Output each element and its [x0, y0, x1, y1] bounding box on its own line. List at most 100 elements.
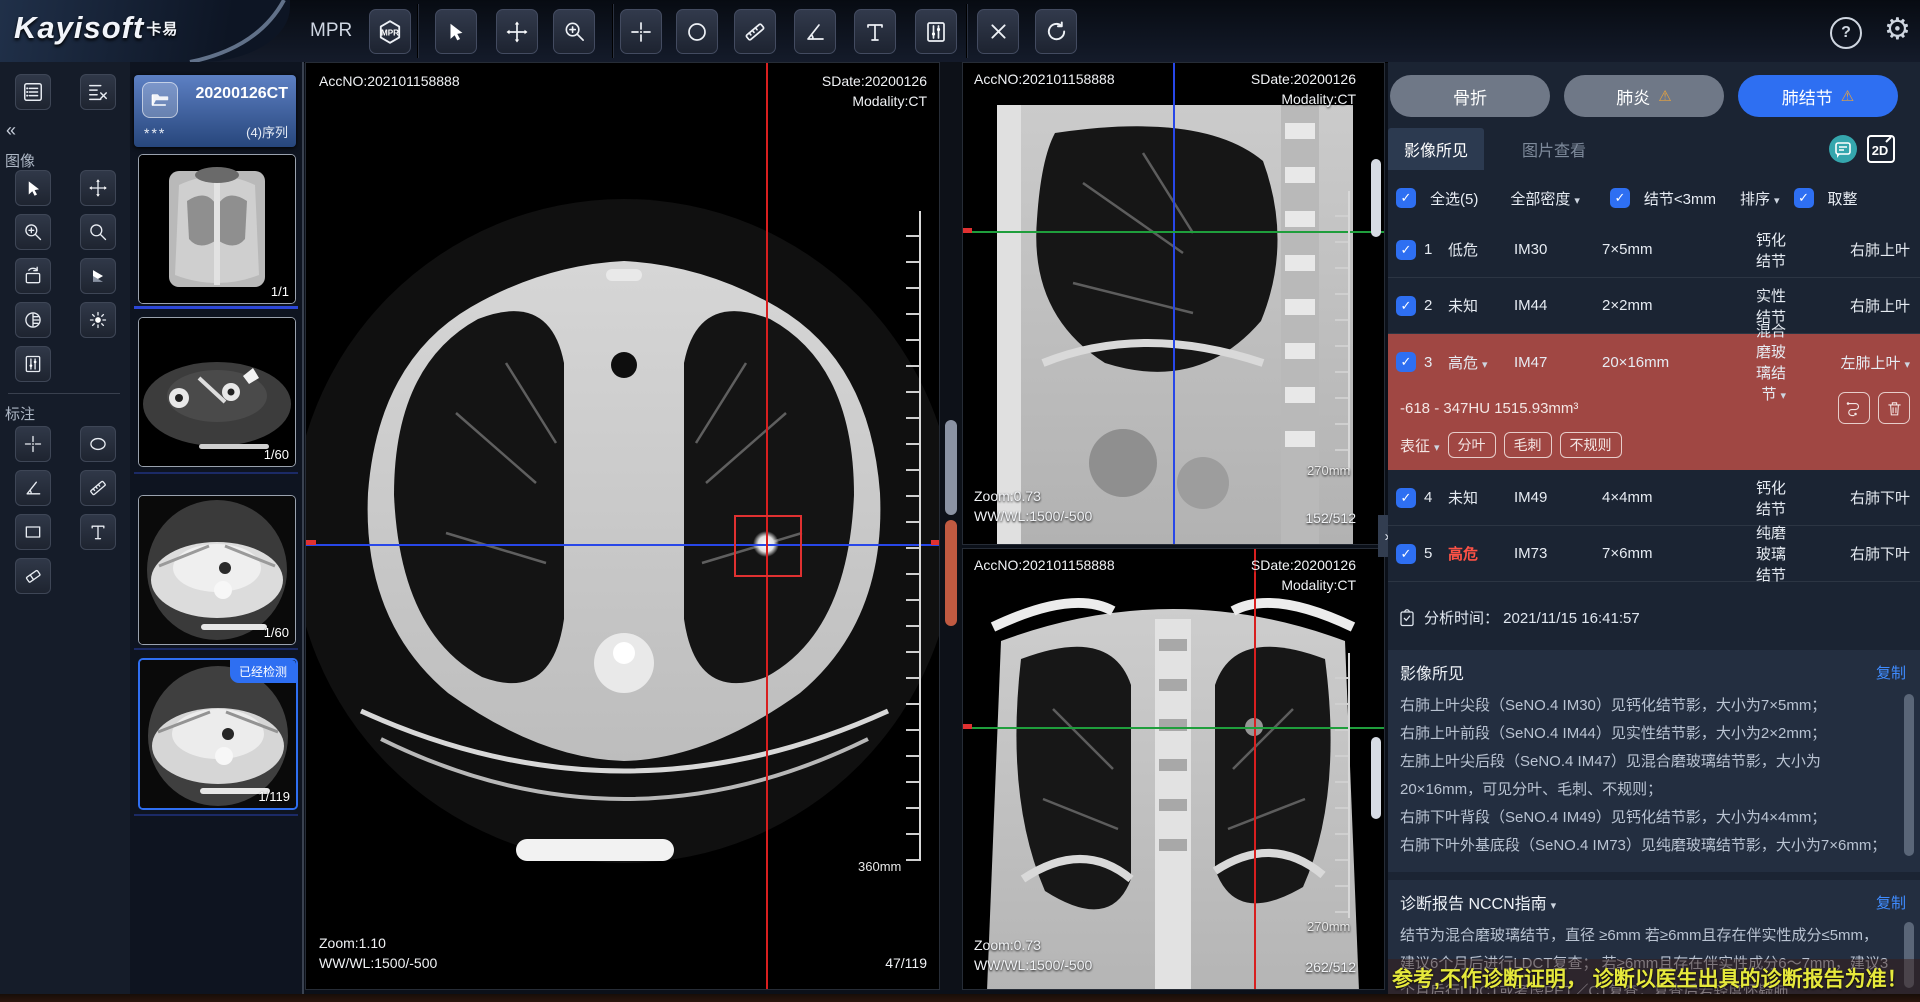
sagittal-scale-label: 270mm: [1307, 463, 1350, 478]
axial-slice-scrollbar-track[interactable]: [940, 62, 962, 990]
tab-lung-nodule-active[interactable]: 肺结节⚠: [1738, 75, 1898, 117]
tab-fracture[interactable]: 骨折: [1390, 75, 1550, 117]
zoom-in-icon: [23, 222, 43, 242]
folder-open-icon[interactable]: [142, 82, 178, 118]
axial-viewport[interactable]: 360mm AccNO:202101158888 SDate:20200126M…: [305, 62, 940, 990]
round-checkbox[interactable]: ✓: [1794, 188, 1814, 208]
feature-tag-lobulation[interactable]: 分叶: [1448, 432, 1496, 458]
window-level-button-side[interactable]: [15, 346, 51, 382]
angle-tool-button[interactable]: [794, 9, 836, 54]
magnify-tool-button[interactable]: [80, 214, 116, 250]
feature-dropdown[interactable]: 表征▾: [1400, 435, 1440, 456]
sagittal-viewport[interactable]: 270mm AccNO:202101158888 SDate:20200126M…: [962, 62, 1385, 545]
delete-nodule-button[interactable]: [1878, 392, 1910, 424]
sort-dropdown[interactable]: 排序▾: [1740, 188, 1780, 209]
tab-pneumonia[interactable]: 肺炎⚠: [1564, 75, 1724, 117]
study-header[interactable]: 20200126CT *** (4)序列: [134, 75, 296, 147]
reset-button[interactable]: [1035, 9, 1077, 54]
thumbnail-scout[interactable]: 1/1: [138, 154, 296, 304]
annot-ellipse-button[interactable]: [80, 426, 116, 462]
coronal-scale-label: 270mm: [1307, 919, 1350, 934]
feature-tag-irregular[interactable]: 不规则: [1560, 432, 1622, 458]
layout-close-button[interactable]: [80, 74, 116, 110]
thumbnail-axial-1[interactable]: 1/60: [138, 317, 296, 467]
twod-mode-icon[interactable]: 2D: [1866, 134, 1896, 167]
annot-rectangle-button[interactable]: [15, 514, 51, 550]
zoom-tool-button[interactable]: [553, 9, 595, 54]
window-level-button[interactable]: [915, 9, 957, 54]
risk-dropdown[interactable]: 高危▾: [1448, 352, 1514, 373]
pan-tool-button[interactable]: [496, 9, 538, 54]
coronal-horizontal-crosshair[interactable]: [963, 727, 1385, 729]
findings-scrollbar[interactable]: [1904, 694, 1914, 856]
coronal-scrollbar-handle[interactable]: [1371, 737, 1381, 819]
chevron-down-icon: ▾: [1774, 195, 1780, 207]
help-button[interactable]: ?: [1830, 17, 1862, 49]
select-all-checkbox[interactable]: ✓: [1396, 188, 1416, 208]
series-list-button[interactable]: [15, 74, 51, 110]
type-dropdown[interactable]: 混合磨玻璃结节▾: [1752, 320, 1812, 404]
annot-angle-button[interactable]: [15, 470, 51, 506]
axial-horizontal-crosshair[interactable]: [306, 544, 940, 546]
ai-report-chat-icon[interactable]: [1828, 134, 1858, 167]
crosshair-tool-button[interactable]: [620, 9, 662, 54]
nodule-row-2[interactable]: ✓ 2 未知 IM44 2×2mm 实性结节 右肺上叶: [1388, 278, 1920, 334]
row-checkbox[interactable]: ✓: [1396, 352, 1416, 372]
feature-tag-spiculation[interactable]: 毛刺: [1504, 432, 1552, 458]
pan-tool-button-side[interactable]: [80, 170, 116, 206]
lt3mm-checkbox[interactable]: ✓: [1610, 188, 1630, 208]
zoom-in-tool-button-side[interactable]: [15, 214, 51, 250]
annot-crosshair-button[interactable]: [15, 426, 51, 462]
flip-view-button[interactable]: [80, 258, 116, 294]
nodule-hu-volume: -618 - 347HU 1515.93mm³: [1400, 400, 1830, 417]
sagittal-horizontal-crosshair[interactable]: [963, 231, 1385, 233]
copy-report-link[interactable]: 复制: [1876, 892, 1906, 913]
row-checkbox[interactable]: ✓: [1396, 488, 1416, 508]
top-toolbar: Kayisoft卡易 MPR MPR: [0, 0, 1920, 63]
text-tool-button[interactable]: [854, 9, 896, 54]
ruler-tool-button[interactable]: [734, 9, 776, 54]
select-tool-button[interactable]: [15, 170, 51, 206]
nodule-roi-box[interactable]: [734, 515, 802, 577]
row-checkbox[interactable]: ✓: [1396, 240, 1416, 260]
sagittal-scrollbar-handle[interactable]: [1371, 159, 1381, 237]
invert-button[interactable]: [15, 302, 51, 338]
tab-image-findings[interactable]: 影像所见: [1388, 128, 1484, 170]
row-checkbox[interactable]: ✓: [1396, 296, 1416, 316]
thumbnail-axial-detected[interactable]: 已经检测 1/119: [138, 658, 298, 810]
select-all-label: 全选(5): [1430, 188, 1478, 209]
rotate-view-button[interactable]: [15, 258, 51, 294]
delete-annotation-button[interactable]: [977, 9, 1019, 54]
annot-eraser-button[interactable]: [15, 558, 51, 594]
density-dropdown[interactable]: 全部密度▾: [1510, 188, 1580, 209]
scrollbar-handle-active[interactable]: [945, 520, 957, 626]
tab-image-view[interactable]: 图片查看: [1506, 128, 1602, 170]
report-title[interactable]: 诊断报告 NCCN指南▾: [1400, 890, 1556, 914]
close-x-icon: [988, 21, 1009, 42]
location-dropdown[interactable]: 左肺上叶▾: [1812, 352, 1910, 373]
text-icon: [863, 20, 887, 44]
pointer-tool-button[interactable]: [435, 9, 477, 54]
mpr-mode-button[interactable]: MPR: [369, 9, 411, 54]
sagittal-vertical-crosshair[interactable]: [1173, 63, 1175, 545]
coronal-vertical-crosshair[interactable]: [1254, 549, 1256, 990]
ellipse-tool-button[interactable]: [676, 9, 718, 54]
annot-text-button[interactable]: [80, 514, 116, 550]
thumbnail-axial-2[interactable]: 1/60: [138, 495, 296, 645]
nodule-row-5[interactable]: ✓ 5 高危 IM73 7×6mm 纯磨玻璃结节 右肺下叶: [1388, 526, 1920, 582]
edge-tick: [306, 540, 316, 545]
followup-curve-button[interactable]: [1838, 392, 1870, 424]
collapse-sidebar-button[interactable]: «: [6, 120, 16, 141]
nodule-row-4[interactable]: ✓ 4 未知 IM49 4×4mm 钙化结节 右肺下叶: [1388, 470, 1920, 526]
brightness-button[interactable]: [80, 302, 116, 338]
copy-findings-link[interactable]: 复制: [1876, 662, 1906, 683]
scrollbar-handle[interactable]: [945, 420, 957, 515]
row-checkbox[interactable]: ✓: [1396, 544, 1416, 564]
settings-gear-icon[interactable]: ⚙: [1884, 12, 1911, 47]
findings-title: 影像所见: [1400, 660, 1464, 684]
nodule-row-3-expanded[interactable]: ✓ 3 高危▾ IM47 20×16mm 混合磨玻璃结节▾ 左肺上叶▾ -618…: [1388, 334, 1920, 470]
coronal-viewport[interactable]: 270mm AccNO:202101158888 SDate:20200126M…: [962, 548, 1385, 990]
annot-ruler-button[interactable]: [80, 470, 116, 506]
nodule-row-1[interactable]: ✓ 1 低危 IM30 7×5mm 钙化结节 右肺上叶: [1388, 222, 1920, 278]
series-thumbnail-panel: 20200126CT *** (4)序列 1/1: [130, 62, 304, 1002]
